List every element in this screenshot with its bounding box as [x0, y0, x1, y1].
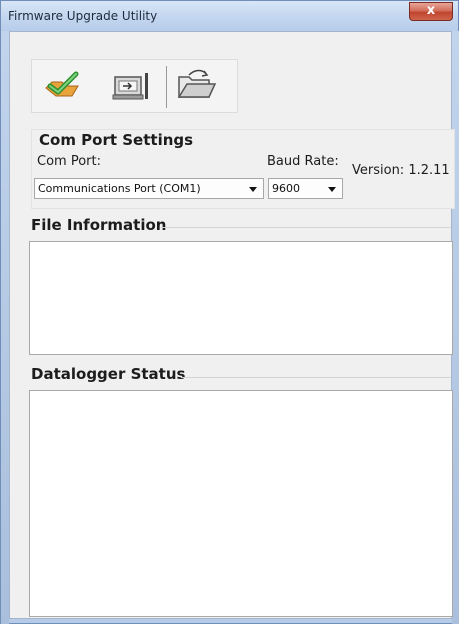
com-port-settings-header: Com Port Settings [39, 131, 194, 149]
datalogger-status-divider [181, 377, 451, 378]
baud-rate-label: Baud Rate: [267, 154, 339, 169]
file-information-header: File Information [31, 216, 167, 234]
window-left-frame [1, 31, 9, 624]
checkmark-hand-icon [45, 71, 79, 97]
open-folder-icon [177, 69, 217, 98]
chevron-down-icon [328, 187, 336, 192]
toolbar [31, 59, 238, 113]
datalogger-status-box[interactable] [29, 390, 453, 617]
title-bar[interactable]: Firmware Upgrade Utility x [1, 1, 458, 31]
version-label: Version: 1.2.11 [352, 163, 450, 178]
application-window: Firmware Upgrade Utility x Com Port Sett… [0, 0, 459, 624]
toolbar-separator [166, 66, 167, 108]
com-port-label: Com Port: [37, 154, 101, 169]
file-information-box[interactable] [29, 241, 453, 355]
baud-rate-select[interactable]: 9600 [268, 178, 343, 199]
close-button[interactable]: x [409, 2, 453, 21]
file-information-divider [161, 227, 451, 228]
transfer-button[interactable] [110, 66, 154, 106]
com-port-select[interactable]: Communications Port (COM1) [34, 178, 264, 199]
window-title: Firmware Upgrade Utility [8, 9, 158, 23]
open-file-button[interactable] [174, 66, 218, 106]
datalogger-status-header: Datalogger Status [31, 365, 186, 383]
verify-button[interactable] [40, 66, 84, 106]
com-port-select-value: Communications Port (COM1) [38, 182, 201, 195]
window-right-frame [452, 31, 459, 624]
baud-rate-select-value: 9600 [272, 182, 300, 195]
chevron-down-icon [249, 187, 257, 192]
transfer-device-icon [112, 73, 148, 100]
